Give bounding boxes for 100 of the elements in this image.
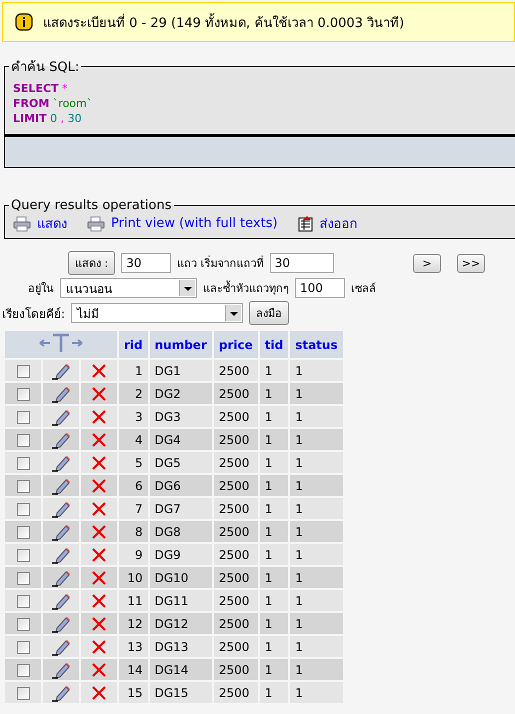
show-button[interactable]: แสดง : [68,251,116,275]
delete-icon[interactable] [91,362,107,378]
table-cell: DG10 [150,567,212,588]
row-checkbox[interactable] [16,526,30,539]
start-row-input[interactable]: 30 [270,253,334,273]
operation-link[interactable]: Print view (with full texts) [87,216,278,232]
table-cell: 1 [260,498,288,519]
row-checkbox[interactable] [16,480,30,493]
mode-dropdown[interactable]: แนวนอน [60,278,197,298]
go-button[interactable]: ลงมือ [249,301,290,325]
table-cell: DG7 [150,498,212,519]
pencil-icon[interactable] [51,592,71,610]
row-checkbox[interactable] [16,410,30,424]
table-cell: 1 [260,429,288,450]
table-cell: 1 [290,406,343,427]
pencil-icon[interactable] [51,568,71,586]
table-cell: 2500 [214,452,258,473]
table-cell: 2500 [214,590,258,611]
pencil-icon[interactable] [51,384,71,402]
row-checkbox[interactable] [16,456,30,470]
column-header[interactable]: status [290,331,343,358]
pencil-icon[interactable] [51,660,71,678]
column-header[interactable]: price [214,331,258,358]
table-cell: 2500 [214,567,258,588]
pencil-icon[interactable] [51,430,71,448]
sql-line: FROM `room` [13,96,94,111]
pencil-icon[interactable] [51,614,71,632]
table-cell: 2500 [214,682,258,703]
delete-icon[interactable] [91,500,107,516]
table-cell: 1 [260,659,288,680]
table-cell: 2500 [214,544,258,565]
delete-icon[interactable] [91,546,107,562]
table-cell: 8 [119,521,148,542]
table-cell: DG8 [150,521,212,542]
delete-icon[interactable] [91,684,107,700]
operation-link[interactable]: แสดง [13,213,67,234]
pencil-icon[interactable] [51,408,71,426]
delete-icon[interactable] [91,524,107,540]
printer-icon [87,216,105,232]
column-toggle-header[interactable] [5,331,117,358]
pencil-icon[interactable] [51,638,71,656]
operation-link[interactable]: ส่งออก [298,213,358,234]
table-cell: DG6 [150,475,212,496]
table-cell: 1 [260,406,288,427]
table-cell: 2500 [214,475,258,496]
row-checkbox[interactable] [16,640,30,654]
row-checkbox[interactable] [16,686,30,700]
row-checkbox[interactable] [16,548,30,562]
table-cell: 1 [260,475,288,496]
table-cell: 10 [119,567,148,588]
table-cell: DG1 [150,360,212,381]
row-checkbox[interactable] [16,434,30,447]
delete-icon[interactable] [91,478,107,494]
row-checkbox[interactable] [16,618,30,631]
pencil-icon[interactable] [51,500,71,518]
rows-input[interactable]: 30 [121,253,172,273]
column-header[interactable]: tid [260,331,288,358]
table-cell: 2500 [214,406,258,427]
sort-label: เรียงโดยคีย์: [2,306,66,322]
delete-icon[interactable] [91,616,107,632]
row-checkbox[interactable] [16,572,30,585]
repeat-input[interactable]: 100 [295,278,345,298]
delete-icon[interactable] [91,570,107,586]
table-cell: DG9 [150,544,212,565]
table-cell: 2500 [214,360,258,381]
pencil-icon[interactable] [51,546,71,564]
sort-dropdown[interactable]: ไม่มี [71,303,244,323]
cells-label: เซลล์ [351,281,376,297]
next-page-button[interactable]: > [413,254,441,272]
delete-icon[interactable] [91,386,107,402]
column-header[interactable]: number [150,331,212,358]
table-cell: 1 [260,613,288,634]
delete-icon[interactable] [91,662,107,678]
notice-text: แสดงระเบียนที่ 0 - 29 (149 ทั้งหมด, ค้นใช้เวลา 0.0003 วินาที) [43,12,404,32]
table-cell: 1 [260,521,288,542]
mode-label: อยู่ใน [28,281,54,297]
row-checkbox[interactable] [16,594,30,608]
table-cell: 2500 [214,429,258,450]
pencil-icon[interactable] [51,362,71,380]
delete-icon[interactable] [91,638,107,654]
delete-icon[interactable] [91,454,107,470]
delete-icon[interactable] [91,592,107,608]
table-export-icon [298,216,314,232]
last-page-button[interactable]: >> [457,254,485,272]
row-checkbox[interactable] [16,388,30,401]
pencil-icon[interactable] [51,454,71,472]
table-cell: 1 [290,590,343,611]
row-checkbox[interactable] [16,664,30,677]
row-checkbox[interactable] [16,502,30,516]
table-cell: 2 [119,383,148,404]
delete-icon[interactable] [91,408,107,424]
pencil-icon[interactable] [51,522,71,540]
column-header[interactable]: rid [119,331,148,358]
table-cell: DG11 [150,590,212,611]
table-cell: 1 [290,383,343,404]
delete-icon[interactable] [91,432,107,448]
pencil-icon[interactable] [51,684,71,702]
row-checkbox[interactable] [16,364,30,378]
pencil-icon[interactable] [51,476,71,494]
table-cell: 1 [260,544,288,565]
